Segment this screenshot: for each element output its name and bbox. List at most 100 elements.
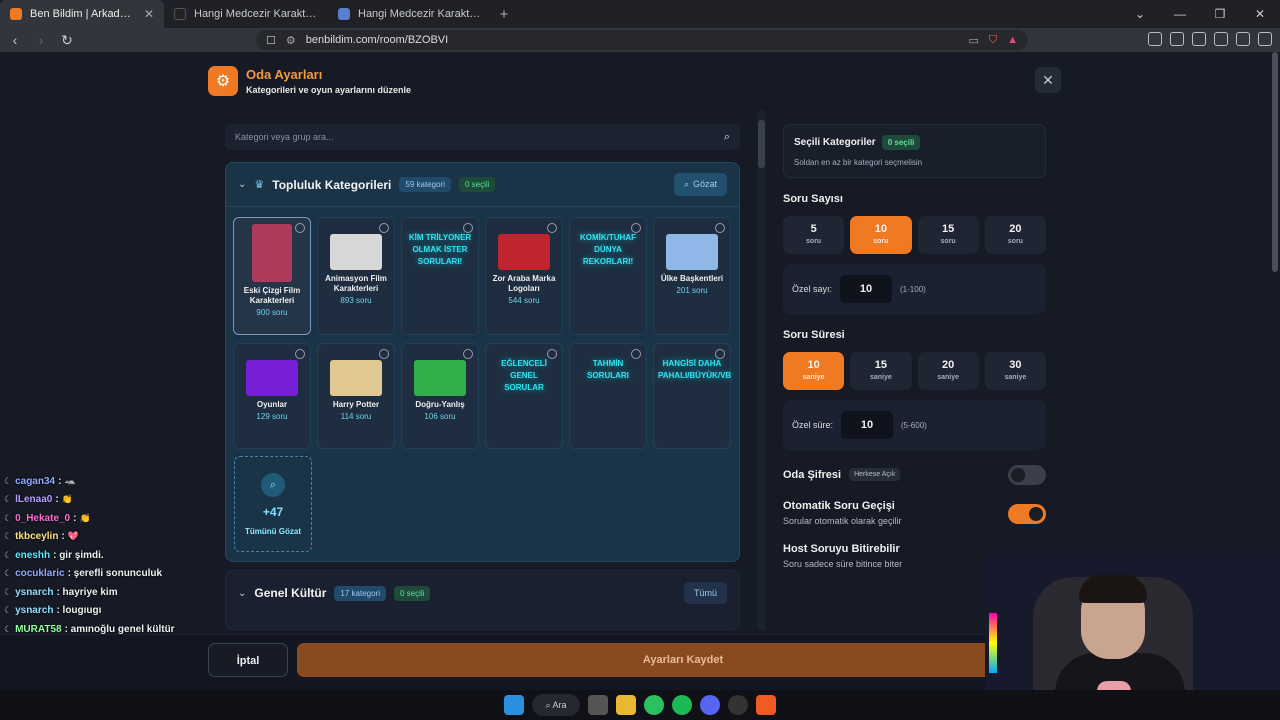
select-radio[interactable] xyxy=(547,349,557,359)
tab-title: Hangi Medcezir Karakterisin? - Test xyxy=(358,8,482,20)
group-header[interactable]: ⌄ Genel Kültür 17 kategori 0 seçili Tümü xyxy=(226,571,739,615)
discord-icon[interactable] xyxy=(700,695,720,715)
select-radio[interactable] xyxy=(295,223,305,233)
question-count-title: Soru Sayısı xyxy=(783,193,843,205)
spotify-icon[interactable] xyxy=(672,695,692,715)
room-password-toggle[interactable] xyxy=(1008,465,1046,485)
question-time-option[interactable]: 30 saniye xyxy=(984,352,1046,390)
custom-time-input[interactable]: 10 xyxy=(841,411,894,439)
browse-all-card[interactable]: ⌕ +47 Tümünü Gözat xyxy=(234,456,312,552)
question-count-options: 5 soru 10 soru 15 soru 20 soru xyxy=(783,216,1046,254)
steam-icon[interactable] xyxy=(728,695,748,715)
category-search-input[interactable]: Kategori veya grup ara... ⌕ xyxy=(225,124,740,150)
wallet-icon[interactable] xyxy=(1192,32,1206,46)
chevron-down-icon[interactable]: ⌄ xyxy=(238,588,246,599)
taskbar-search[interactable]: ⌕ Ara xyxy=(532,694,580,716)
close-tab-icon[interactable]: ✕ xyxy=(144,7,154,21)
file-explorer-icon[interactable] xyxy=(616,695,636,715)
moon-badge-icon: ☾ xyxy=(4,605,13,616)
select-radio[interactable] xyxy=(463,349,473,359)
question-count: 106 soru xyxy=(424,412,456,421)
select-radio[interactable] xyxy=(715,349,725,359)
tab-list-icon[interactable]: ⌄ xyxy=(1120,0,1160,28)
search-icon[interactable]: ⌕ xyxy=(724,131,730,144)
sidebar-icon[interactable] xyxy=(1170,32,1184,46)
category-card[interactable]: Oyunlar 129 soru xyxy=(233,343,311,449)
forward-button[interactable]: › xyxy=(30,32,52,48)
question-count-option[interactable]: 15 soru xyxy=(917,216,979,254)
show-all-button[interactable]: Tümü xyxy=(683,582,727,604)
category-card[interactable]: Ülke Başkentleri 201 soru xyxy=(653,217,731,335)
question-time-option[interactable]: 10 saniye xyxy=(783,352,845,390)
reload-button[interactable]: ↻ xyxy=(56,32,78,49)
cancel-button[interactable]: İptal xyxy=(208,643,288,677)
back-button[interactable]: ‹ xyxy=(4,32,26,48)
question-time-option[interactable]: 20 saniye xyxy=(917,352,979,390)
category-card[interactable]: TAHMİN SORULARI xyxy=(569,343,647,449)
bookmark-icon[interactable]: ☐ xyxy=(266,34,276,47)
minimize-button[interactable]: — xyxy=(1160,0,1200,28)
task-view-icon[interactable] xyxy=(588,695,608,715)
menu-icon[interactable] xyxy=(1258,32,1272,46)
browser-tabbar: Ben Bildim | Arkadaşlarınla Online ✕ Han… xyxy=(0,0,1280,28)
question-count-option[interactable]: 20 soru xyxy=(984,216,1046,254)
close-icon[interactable]: ✕ xyxy=(1035,67,1061,93)
new-tab-button[interactable]: + xyxy=(492,6,516,23)
category-card[interactable]: Eski Çizgi Film Karakterleri 900 soru xyxy=(233,217,311,335)
select-radio[interactable] xyxy=(547,223,557,233)
question-time-option[interactable]: 15 saniye xyxy=(850,352,912,390)
select-radio[interactable] xyxy=(295,349,305,359)
option-value: 15 xyxy=(874,359,887,371)
chat-emote: 🦡 xyxy=(64,475,76,486)
extensions-bar xyxy=(1148,32,1272,46)
category-card[interactable]: EĞLENCELİ GENEL SORULAR xyxy=(485,343,563,449)
group-title: Genel Kültür xyxy=(254,586,327,600)
maximize-button[interactable]: ❐ xyxy=(1200,0,1240,28)
panel-title: Seçili Kategoriler xyxy=(794,137,876,148)
url-field[interactable]: ☐ ⚙ benbildim.com/room/BZOBVI ▭ ⛉ ▲ xyxy=(256,30,1028,50)
category-card[interactable]: HANGİSİ DAHA PAHALI/BÜYÜK/VB xyxy=(653,343,731,449)
brave-shield-icon[interactable]: ⛉ xyxy=(989,34,997,47)
chevron-down-icon[interactable]: ⌄ xyxy=(238,179,246,190)
question-count-option[interactable]: 5 soru xyxy=(783,216,845,254)
category-name: Harry Potter xyxy=(332,400,380,409)
select-radio[interactable] xyxy=(379,223,389,233)
chat-message: ☾ tkbceylin: 💖 xyxy=(4,528,234,547)
vpn-icon[interactable] xyxy=(1236,32,1250,46)
category-card[interactable]: KİM TRİLYONER OLMAK İSTER SORULARI! xyxy=(401,217,479,335)
question-count-option[interactable]: 10 soru xyxy=(850,216,912,254)
browser-tab[interactable]: Hangi Medcezir Karakterisin? - Test xyxy=(328,0,492,28)
select-radio[interactable] xyxy=(631,349,641,359)
category-cover-text: TAHMİN SORULARI xyxy=(587,359,629,380)
category-card[interactable]: Zor Araba Marka Logoları 544 soru xyxy=(485,217,563,335)
start-icon[interactable] xyxy=(504,695,524,715)
extensions-icon[interactable] xyxy=(1148,32,1162,46)
scrollbar-thumb[interactable] xyxy=(758,120,765,168)
browser-tab[interactable]: Hangi Medcezir Karakteriyle Sevgili O xyxy=(164,0,328,28)
category-scrollbar[interactable] xyxy=(758,110,765,630)
select-radio[interactable] xyxy=(379,349,389,359)
auto-next-toggle[interactable] xyxy=(1008,504,1046,524)
site-info-icon[interactable]: ⚙ xyxy=(286,34,296,47)
cast-icon[interactable]: ▭ xyxy=(968,34,978,47)
category-card[interactable]: Doğru-Yanlış 106 soru xyxy=(401,343,479,449)
rewards-icon[interactable]: ▲ xyxy=(1007,34,1018,46)
url-text: benbildim.com/room/BZOBVI xyxy=(305,34,449,46)
browse-button[interactable]: ⌕ Gözat xyxy=(673,173,727,196)
page-scrollbar[interactable] xyxy=(1272,52,1278,272)
close-window-button[interactable]: ✕ xyxy=(1240,0,1280,28)
leo-icon[interactable] xyxy=(1214,32,1228,46)
select-radio[interactable] xyxy=(715,223,725,233)
select-radio[interactable] xyxy=(463,223,473,233)
brave-icon[interactable] xyxy=(756,695,776,715)
question-time-title: Soru Süresi xyxy=(783,329,845,341)
custom-count-input[interactable]: 10 xyxy=(840,275,893,303)
save-settings-button[interactable]: Ayarları Kaydet xyxy=(297,643,1069,677)
group-header[interactable]: ⌄ ♛ Topluluk Kategorileri 59 kategori 0 … xyxy=(226,163,739,207)
select-radio[interactable] xyxy=(631,223,641,233)
category-card[interactable]: Harry Potter 114 soru xyxy=(317,343,395,449)
category-card[interactable]: KOMİK/TUHAF DÜNYA REKORLARI! xyxy=(569,217,647,335)
browser-tab[interactable]: Ben Bildim | Arkadaşlarınla Online ✕ xyxy=(0,0,164,28)
whatsapp-icon[interactable] xyxy=(644,695,664,715)
category-card[interactable]: Animasyon Film Karakterleri 893 soru xyxy=(317,217,395,335)
